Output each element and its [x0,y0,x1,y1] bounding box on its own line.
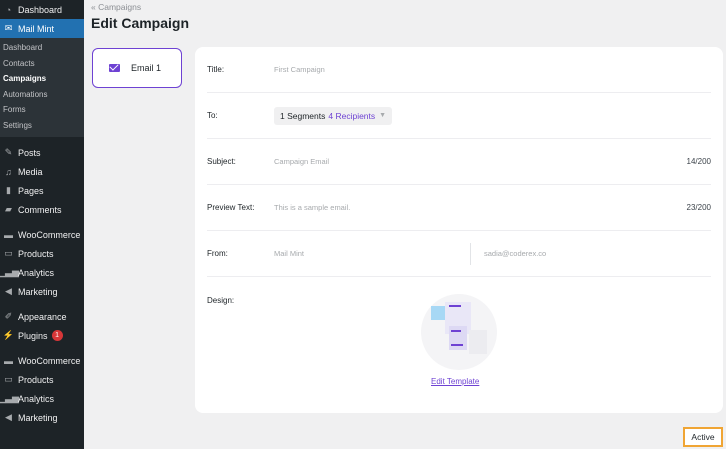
sidebar-item-label: Mail Mint [18,23,55,34]
from-name-input[interactable]: Mail Mint [274,249,304,258]
sidebar-item-marketing[interactable]: ◀ Marketing [0,282,84,301]
segment-select[interactable]: 1 Segments 4 Recipients ▼ [274,106,393,125]
sidebar-item-label: Analytics [18,393,55,404]
woo-icon: ▬ [4,355,13,366]
sidebar-item-label: Posts [18,147,41,158]
recipients-count: 4 Recipients [328,110,376,121]
admin-sidebar: ◔ Dashboard ✉ Mail Mint Dashboard Contac… [0,0,84,449]
woo-icon: ▬ [4,229,13,240]
template-thumbnail-icon[interactable] [421,294,497,370]
breadcrumb[interactable]: « Campaigns [91,2,141,12]
preview-label: Preview Text: [207,203,255,212]
sidebar-item-label: Products [18,248,54,259]
sidebar-item-appearance[interactable]: ✐ Appearance [0,307,84,326]
to-label: To: [207,111,218,120]
email-tab[interactable]: Email 1 [92,48,182,88]
divider [470,243,471,265]
preview-char-counter: 23/200 [686,203,711,212]
submenu-automations[interactable]: Automations [0,87,84,103]
subject-row: Subject: Campaign Email 14/200 [207,139,711,185]
sidebar-item-media[interactable]: ♫ Media [0,162,84,181]
sidebar-item-label: WooCommerce [18,229,81,240]
campaign-form-panel: Title: First Campaign To: 1 Segments 4 R… [195,47,723,413]
sidebar-item-label: Marketing [18,412,58,423]
sidebar-item-label: Comments [18,204,62,215]
sidebar-item-dashboard[interactable]: ◔ Dashboard [0,0,84,19]
email-tab-label: Email 1 [131,63,162,73]
submenu-contacts[interactable]: Contacts [0,56,84,72]
title-input[interactable]: First Campaign [274,65,325,74]
from-row: From: Mail Mint sadia@coderex.co [207,231,711,277]
box-icon: ▭ [4,248,13,258]
sidebar-item-label: Products [18,374,54,385]
envelope-icon [109,64,120,72]
plug-icon: ⚡ [2,330,15,340]
sidebar-item-products[interactable]: ▭ Products [0,244,84,263]
sidebar-item-analytics-2[interactable]: ▁▃▅ Analytics [0,389,84,408]
title-label: Title: [207,65,225,74]
page-icon: ▮ [6,185,11,195]
bars-icon: ▁▃▅ [0,267,19,277]
sidebar-item-label: Plugins [18,330,48,341]
subject-char-counter: 14/200 [686,157,711,166]
from-label: From: [207,249,228,258]
sidebar-item-label: Pages [18,185,44,196]
caret-down-icon: ▼ [379,112,387,119]
sidebar-item-woocommerce-2[interactable]: ▬ WooCommerce [0,351,84,370]
preview-input[interactable]: This is a sample email. [274,203,350,212]
submenu-settings[interactable]: Settings [0,118,84,134]
edit-template-link[interactable]: Edit Template [431,377,479,386]
comment-icon: ▰ [5,204,12,214]
pin-icon: ✎ [4,147,13,157]
sidebar-submenu: Dashboard Contacts Campaigns Automations… [0,38,84,137]
sidebar-item-posts[interactable]: ✎ Posts [0,143,84,162]
sidebar-item-pages[interactable]: ▮ Pages [0,181,84,200]
update-count-badge: 1 [51,330,63,341]
submenu-campaigns[interactable]: Campaigns [0,71,84,87]
sidebar-item-label: Dashboard [18,4,63,15]
bars-icon: ▁▃▅ [0,393,19,403]
sidebar-item-analytics[interactable]: ▁▃▅ Analytics [0,263,84,282]
sidebar-item-label: Marketing [18,286,58,297]
sidebar-item-label: Appearance [18,311,67,322]
title-row: Title: First Campaign [207,47,711,93]
submenu-dashboard[interactable]: Dashboard [0,40,84,56]
preview-row: Preview Text: This is a sample email. 23… [207,185,711,231]
megaphone-icon: ◀ [5,412,12,422]
sidebar-item-label: Analytics [18,267,55,278]
sidebar-item-products-2[interactable]: ▭ Products [0,370,84,389]
mail-icon: ✉ [4,23,13,33]
active-status-button[interactable]: Active [683,427,723,447]
from-email-input[interactable]: sadia@coderex.co [484,249,546,258]
sidebar-item-comments[interactable]: ▰ Comments [0,200,84,219]
sidebar-item-plugins[interactable]: ⚡ Plugins 1 [0,326,84,345]
media-icon: ♫ [5,166,12,177]
sidebar-item-label: WooCommerce [18,355,81,366]
gauge-icon: ◔ [5,4,12,15]
sidebar-item-marketing-2[interactable]: ◀ Marketing [0,408,84,427]
brush-icon: ✐ [4,311,13,321]
sidebar-item-label: Media [18,166,43,177]
submenu-forms[interactable]: Forms [0,102,84,118]
subject-label: Subject: [207,157,236,166]
page-title: Edit Campaign [91,15,190,31]
sidebar-item-woocommerce[interactable]: ▬ WooCommerce [0,225,84,244]
box-icon: ▭ [4,374,13,384]
to-row: To: 1 Segments 4 Recipients ▼ [207,93,711,139]
design-label: Design: [207,296,235,305]
subject-input[interactable]: Campaign Email [274,157,329,166]
sidebar-item-mail-mint[interactable]: ✉ Mail Mint [0,19,84,38]
megaphone-icon: ◀ [5,286,12,296]
segments-count: 1 Segments [280,110,326,121]
